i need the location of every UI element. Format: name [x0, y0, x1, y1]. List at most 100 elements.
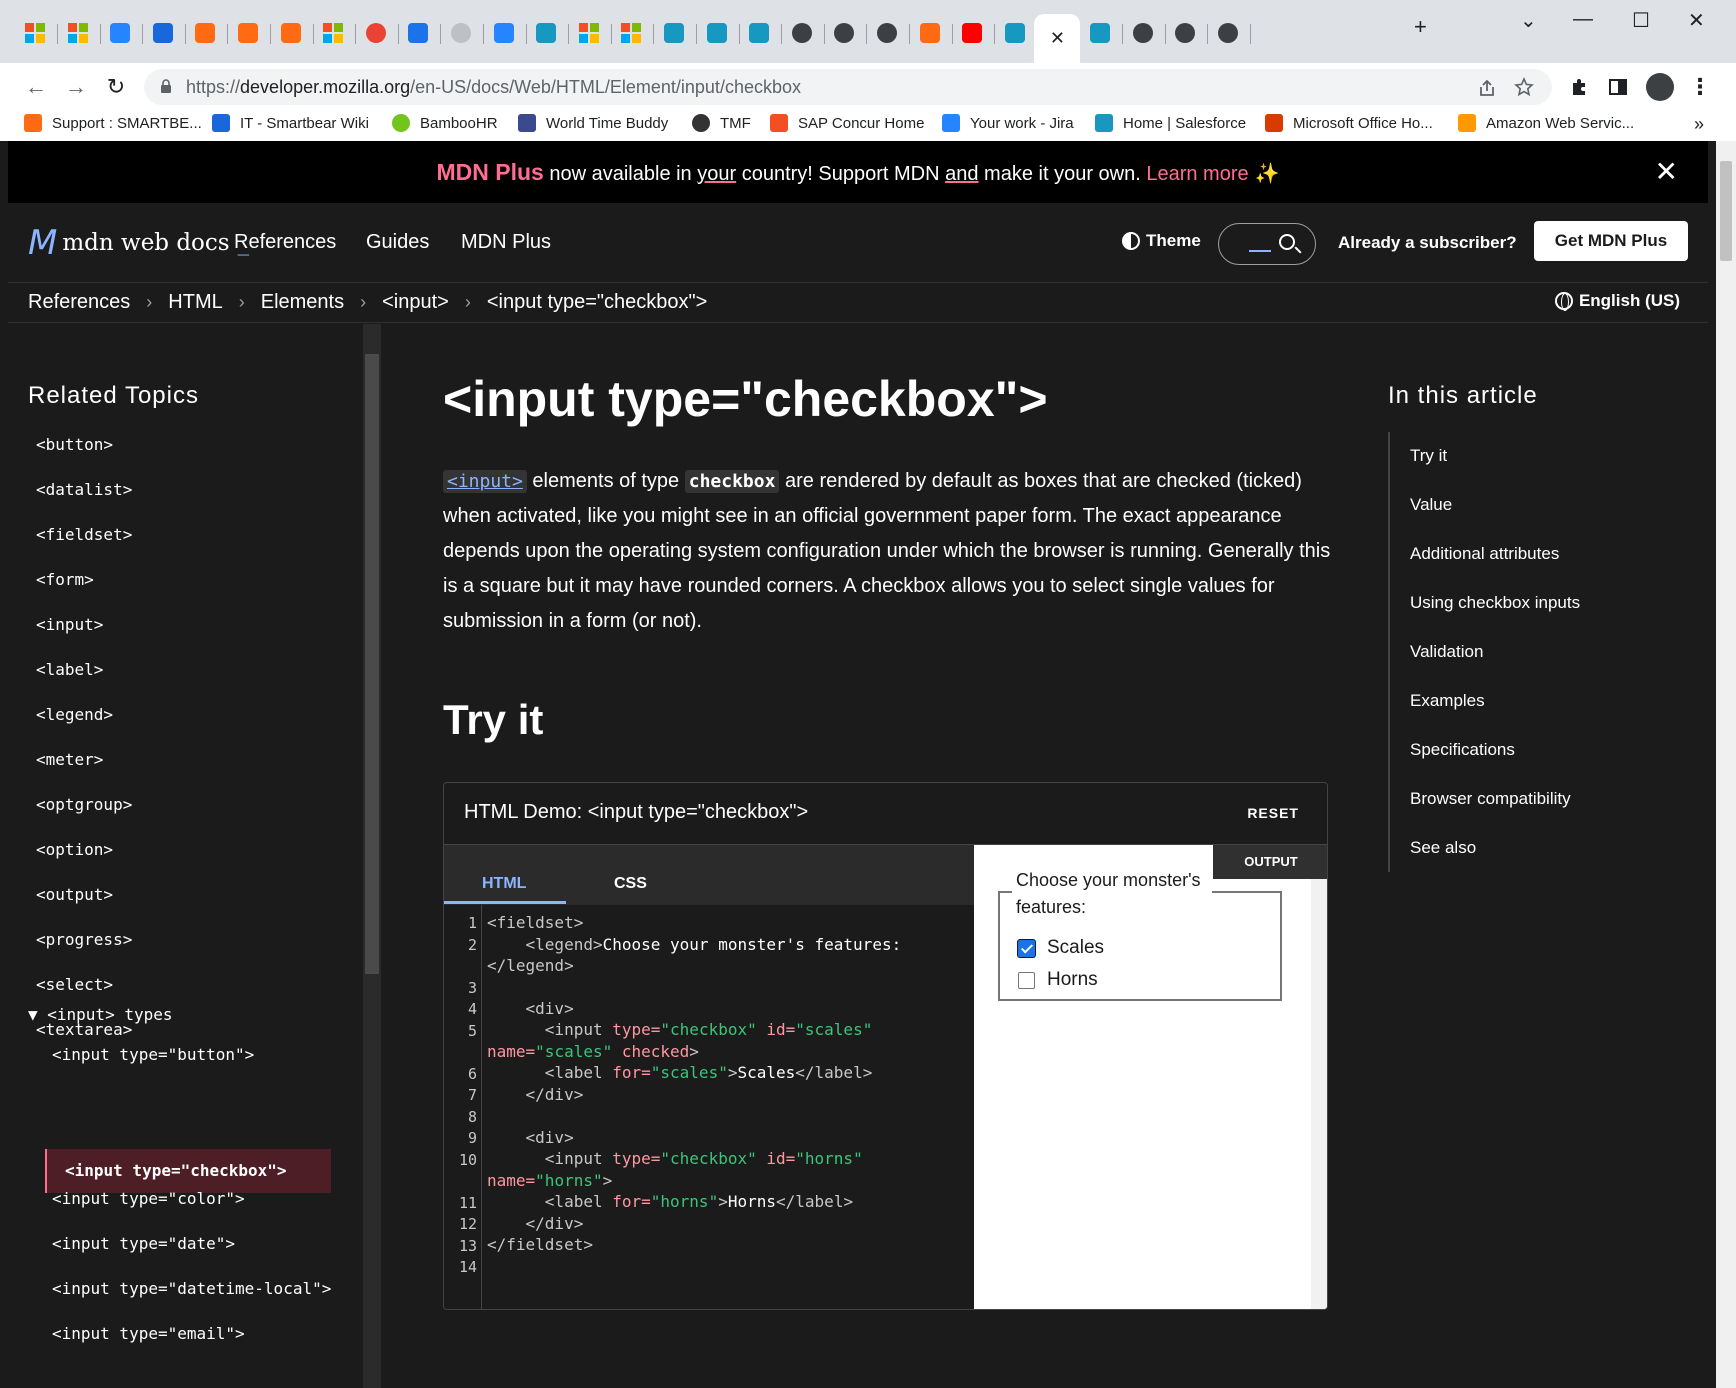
new-tab-button[interactable]: + — [1414, 14, 1427, 40]
minimize-button[interactable]: — — [1573, 8, 1593, 31]
code-line[interactable]: <fieldset> — [487, 913, 583, 932]
input-element-link[interactable]: <input> — [443, 470, 527, 493]
browser-tab[interactable] — [225, 14, 271, 52]
sidebar-type-item[interactable]: <input type="email"> — [52, 1324, 245, 1343]
scales-option[interactable]: Scales — [1018, 937, 1104, 959]
browser-tab[interactable] — [992, 14, 1038, 52]
bookmark-item[interactable]: IT - Smartbear Wiki — [212, 114, 369, 132]
toc-item[interactable]: Examples — [1410, 691, 1485, 711]
browser-tab[interactable] — [694, 14, 740, 52]
toc-item[interactable]: Additional attributes — [1410, 544, 1559, 564]
browser-tab[interactable] — [608, 14, 655, 52]
sidebar-group-input-types[interactable]: ▼ <input> types — [28, 1005, 173, 1024]
bookmark-item[interactable]: Microsoft Office Ho... — [1265, 114, 1433, 132]
sidebar-item[interactable]: <output> — [36, 885, 113, 904]
tab-html[interactable]: HTML — [482, 875, 526, 893]
browser-tab[interactable] — [1162, 14, 1209, 52]
extensions-icon[interactable] — [1570, 77, 1590, 97]
browser-tab[interactable] — [481, 14, 527, 52]
browser-tab[interactable] — [438, 14, 484, 52]
code-line[interactable]: </div> — [487, 1085, 584, 1104]
browser-tab[interactable] — [55, 14, 101, 52]
code-line[interactable]: <input type="checkbox" id="horns" — [487, 1149, 863, 1168]
sidebar-scrollbar[interactable] — [363, 324, 381, 1388]
address-bar[interactable]: https://developer.mozilla.org/en-US/docs… — [144, 69, 1552, 105]
bookmark-item[interactable]: World Time Buddy — [518, 114, 668, 132]
bookmark-item[interactable]: BambooHR — [392, 114, 498, 132]
browser-tab[interactable] — [12, 14, 58, 52]
browser-tab-active[interactable]: ✕ — [1034, 14, 1081, 63]
browser-tab[interactable] — [395, 14, 442, 52]
breadcrumb-input[interactable]: <input> — [382, 291, 449, 314]
toc-item[interactable]: Browser compatibility — [1410, 789, 1571, 809]
horns-label[interactable]: Horns — [1047, 969, 1098, 991]
browser-tab[interactable] — [140, 14, 186, 52]
side-panel-icon[interactable] — [1608, 77, 1628, 97]
scales-checkbox[interactable] — [1018, 939, 1035, 957]
banner-close-button[interactable]: ✕ — [1655, 141, 1678, 203]
theme-switcher[interactable]: Theme — [1122, 231, 1201, 251]
browser-tab[interactable] — [864, 14, 910, 52]
already-subscriber-link[interactable]: Already a subscriber? — [1338, 233, 1517, 253]
horns-checkbox[interactable] — [1018, 971, 1035, 989]
browser-tab[interactable] — [949, 14, 996, 52]
browser-tab[interactable] — [651, 14, 697, 52]
nav-mdn-plus[interactable]: MDN Plus — [461, 231, 551, 254]
browser-tab[interactable] — [779, 14, 825, 52]
bookmark-item[interactable]: TMF — [692, 114, 751, 132]
sidebar-type-item[interactable]: <input type="color"> — [52, 1189, 245, 1208]
tab-search-button[interactable]: ⌄ — [1520, 8, 1537, 33]
banner-learn-more-link[interactable]: Learn more — [1146, 163, 1248, 185]
bookmark-item[interactable]: Your work - Jira — [942, 114, 1074, 132]
code-line[interactable]: </fieldset> — [487, 1235, 593, 1254]
toc-item[interactable]: Try it — [1410, 446, 1447, 466]
browser-tab[interactable] — [182, 14, 229, 52]
sidebar-type-item[interactable]: <input type="date"> — [52, 1234, 235, 1253]
toc-item[interactable]: Value — [1410, 495, 1452, 515]
breadcrumb-html[interactable]: HTML — [168, 291, 222, 314]
sidebar-item[interactable]: <label> — [36, 660, 103, 679]
toc-item[interactable]: Validation — [1410, 642, 1483, 662]
share-icon[interactable] — [1477, 78, 1497, 98]
code-line[interactable]: name="scales" checked> — [487, 1042, 699, 1061]
sidebar-item[interactable]: <progress> — [36, 930, 132, 949]
browser-tab[interactable] — [353, 14, 399, 52]
code-line[interactable]: <label for="scales">Scales</label> — [487, 1063, 873, 1082]
code-line[interactable]: </div> — [487, 1214, 584, 1233]
browser-tab[interactable] — [1120, 14, 1166, 52]
nav-guides[interactable]: Guides — [366, 231, 429, 254]
browser-menu-icon[interactable]: ⋮ — [1686, 73, 1714, 101]
browser-tab[interactable] — [566, 14, 612, 52]
breadcrumb-references[interactable]: References — [28, 291, 130, 314]
profile-avatar[interactable] — [1646, 73, 1674, 101]
sidebar-item[interactable]: <legend> — [36, 705, 113, 724]
code-editor[interactable]: HTML CSS 1 2 3 4 5 6 7 8 9 10 11 12 13 14 <fieldset> … — [444, 845, 974, 1309]
sidebar-item[interactable]: <fieldset> — [36, 525, 132, 544]
code-line[interactable]: <input type="checkbox" id="scales" — [487, 1020, 873, 1039]
language-switcher[interactable]: English (US) — [1554, 291, 1680, 311]
bookmarks-overflow-button[interactable]: » — [1694, 114, 1704, 135]
toc-item[interactable]: Using checkbox inputs — [1410, 593, 1580, 613]
sidebar-scrollbar-thumb[interactable] — [365, 354, 379, 974]
browser-tab[interactable] — [1205, 14, 1251, 52]
sidebar-type-item[interactable]: <input type="datetime-local"> — [52, 1279, 331, 1298]
back-button[interactable]: ← — [22, 73, 50, 101]
get-mdn-plus-button[interactable]: Get MDN Plus — [1534, 221, 1688, 261]
bookmark-item[interactable]: Home | Salesforce — [1095, 114, 1246, 132]
browser-tab[interactable] — [821, 14, 868, 52]
sidebar-type-item[interactable]: <input type="button"> — [52, 1045, 254, 1064]
horns-option[interactable]: Horns — [1018, 969, 1098, 991]
toc-item[interactable]: See also — [1410, 838, 1476, 858]
bookmark-item[interactable]: SAP Concur Home — [770, 114, 924, 132]
forward-button[interactable]: → — [62, 73, 90, 101]
sidebar-item-checkbox-active[interactable]: <input type="checkbox"> — [45, 1149, 331, 1193]
page-scrollbar-thumb[interactable] — [1720, 161, 1732, 261]
sidebar-item[interactable]: <option> — [36, 840, 113, 859]
bookmark-item[interactable]: Amazon Web Servic... — [1458, 114, 1634, 132]
url-text[interactable]: https://developer.mozilla.org/en-US/docs… — [186, 77, 801, 98]
browser-tab[interactable] — [268, 14, 314, 52]
browser-tab[interactable] — [523, 14, 570, 52]
code-line[interactable]: </legend> — [487, 956, 574, 975]
scales-label[interactable]: Scales — [1047, 937, 1104, 959]
close-window-button[interactable]: ✕ — [1688, 8, 1705, 33]
